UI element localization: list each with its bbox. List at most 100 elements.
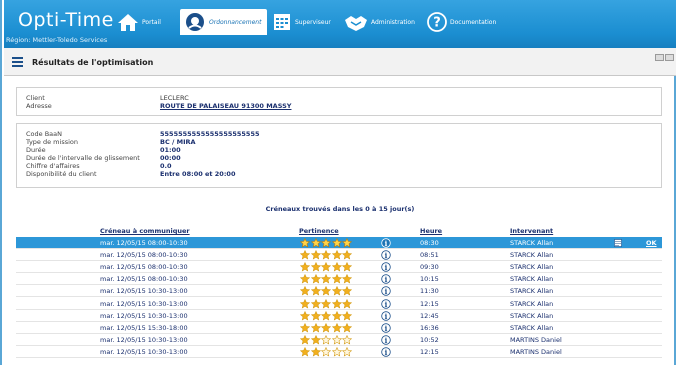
star-filled-icon: [300, 262, 310, 272]
star-filled-icon: [310, 286, 321, 296]
page-title-bar: Résultats de l'optimisation: [4, 48, 676, 76]
svg-text:i: i: [385, 275, 388, 284]
nav-item-ordonnancement[interactable]: Ordonnancement: [180, 9, 268, 35]
star-filled-icon: [331, 250, 342, 260]
time-cell: 09:30: [420, 263, 439, 272]
column-header-slot[interactable]: Créneau à communiquer: [100, 227, 190, 235]
restore-icon[interactable]: [665, 54, 674, 61]
home-icon: [118, 14, 138, 31]
technician-cell: STARCK Allan: [510, 287, 554, 296]
star-filled-icon: [310, 250, 321, 260]
slot-cell: mar. 12/05/15 08:00-10:30: [100, 239, 188, 247]
calendar-icon[interactable]: [614, 239, 622, 247]
technician-cell: STARCK Allan: [510, 263, 554, 272]
time-cell: 12:45: [420, 311, 439, 320]
star-empty-icon: [321, 346, 331, 357]
info-icon[interactable]: i: [381, 335, 391, 345]
star-filled-icon: [331, 310, 342, 321]
info-icon[interactable]: i: [381, 347, 391, 357]
client-label: Client: [26, 94, 45, 102]
nav-item-superviseur[interactable]: Superviseur: [272, 11, 331, 33]
info-icon[interactable]: i: [381, 322, 391, 333]
nav-item-administration[interactable]: Administration: [344, 11, 415, 33]
star-filled-icon: [300, 250, 310, 260]
nav-item-documentation[interactable]: ? Documentation: [427, 11, 496, 33]
star-filled-icon: [331, 274, 342, 284]
star-empty-icon: [331, 334, 342, 345]
table-row[interactable]: mar. 12/05/15 10:30-13:00 i 12:15 MARTINS D…: [16, 346, 662, 358]
table-row[interactable]: mar. 12/05/15 10:30-13:00 i 12:45 STARCK Al…: [16, 310, 662, 322]
star-filled-icon: [342, 238, 352, 248]
relevance-stars: [300, 346, 353, 357]
table-row[interactable]: mar. 12/05/15 08:00-10:30 i 09:30 STARCK Al…: [16, 261, 662, 274]
column-header-relevance[interactable]: Pertinence: [299, 227, 339, 235]
mission-details-panel: Code BaaN 5555555555555555555555 Type de…: [16, 123, 662, 188]
svg-text:i: i: [385, 311, 388, 320]
info-icon[interactable]: i: [381, 238, 391, 248]
svg-text:i: i: [385, 336, 388, 345]
time-cell: 08:30: [420, 239, 439, 247]
table-row[interactable]: mar. 12/05/15 08:00-10:30 i 08:51 STARCK Al…: [16, 249, 662, 262]
column-header-technician[interactable]: Intervenant: [510, 227, 553, 235]
star-filled-icon: [310, 298, 321, 309]
ok-button[interactable]: OK: [646, 239, 657, 247]
star-filled-icon: [342, 262, 352, 272]
info-icon[interactable]: i: [381, 262, 391, 272]
star-filled-icon: [321, 322, 331, 333]
table-row[interactable]: mar. 12/05/15 10:30-13:00 i 11:30 STARCK Al…: [16, 285, 662, 298]
time-cell: 16:36: [420, 323, 439, 332]
star-filled-icon: [331, 238, 342, 248]
info-icon[interactable]: i: [381, 298, 391, 309]
relevance-stars: [300, 262, 353, 272]
relevance-stars: [300, 250, 353, 260]
time-cell: 08:51: [420, 251, 439, 260]
table-row[interactable]: mar. 12/05/15 10:30-13:00 i 12:15 STARCK Al…: [16, 298, 662, 310]
star-empty-icon: [342, 346, 352, 357]
address-label: Adresse: [26, 102, 52, 110]
star-filled-icon: [321, 286, 331, 296]
info-icon[interactable]: i: [381, 274, 391, 284]
results-table-header: Créneau à communiquer Pertinence Heure I…: [16, 227, 662, 237]
slot-cell: mar. 12/05/15 08:00-10:30: [100, 251, 188, 260]
star-filled-icon: [342, 298, 352, 309]
svg-text:i: i: [385, 323, 388, 332]
slot-cell: mar. 12/05/15 10:30-13:00: [100, 335, 188, 344]
star-filled-icon: [300, 322, 310, 333]
relevance-stars: [300, 274, 353, 284]
detail-label: Code BaaN: [26, 130, 62, 138]
planner-icon: [186, 13, 204, 31]
table-row[interactable]: mar. 12/05/15 08:00-10:30 i 10:15 STARCK Al…: [16, 273, 662, 286]
relevance-stars: [300, 334, 353, 345]
star-filled-icon: [321, 298, 331, 309]
star-filled-icon: [331, 298, 342, 309]
detail-value: 0.0: [160, 162, 172, 170]
help-icon: ?: [427, 12, 447, 32]
nav-item-portail[interactable]: Portail: [117, 11, 161, 33]
star-filled-icon: [300, 238, 310, 248]
table-row[interactable]: mar. 12/05/15 15:30-18:00 i 16:36 STARCK Al…: [16, 322, 662, 334]
star-filled-icon: [310, 346, 321, 357]
table-row-selected[interactable]: mar. 12/05/15 08:00-10:30 i 08:30 STARCK Al…: [16, 237, 662, 249]
relevance-stars: [300, 298, 353, 309]
menu-icon[interactable]: [12, 57, 23, 67]
client-value: LECLERC: [160, 94, 189, 102]
star-empty-icon: [321, 334, 331, 345]
star-filled-icon: [300, 274, 310, 284]
star-filled-icon: [331, 286, 342, 296]
handshake-icon: [345, 16, 367, 31]
detail-value: 01:00: [160, 146, 181, 154]
column-header-time[interactable]: Heure: [420, 227, 442, 235]
star-filled-icon: [310, 238, 321, 248]
star-filled-icon: [342, 310, 352, 321]
table-row[interactable]: mar. 12/05/15 10:30-13:00 i 10:52 MARTINS D…: [16, 334, 662, 346]
svg-text:?: ?: [433, 16, 441, 31]
info-icon[interactable]: i: [381, 310, 391, 321]
info-icon[interactable]: i: [381, 286, 391, 296]
minimize-icon[interactable]: [655, 54, 664, 61]
technician-cell: STARCK Allan: [510, 275, 554, 284]
technician-cell: MARTINS Daniel: [510, 347, 562, 356]
info-icon[interactable]: i: [381, 250, 391, 260]
region-label: Région: Mettler-Toledo Services: [6, 36, 108, 44]
star-filled-icon: [321, 262, 331, 272]
address-link[interactable]: ROUTE DE PALAISEAU 91300 MASSY: [160, 102, 291, 110]
